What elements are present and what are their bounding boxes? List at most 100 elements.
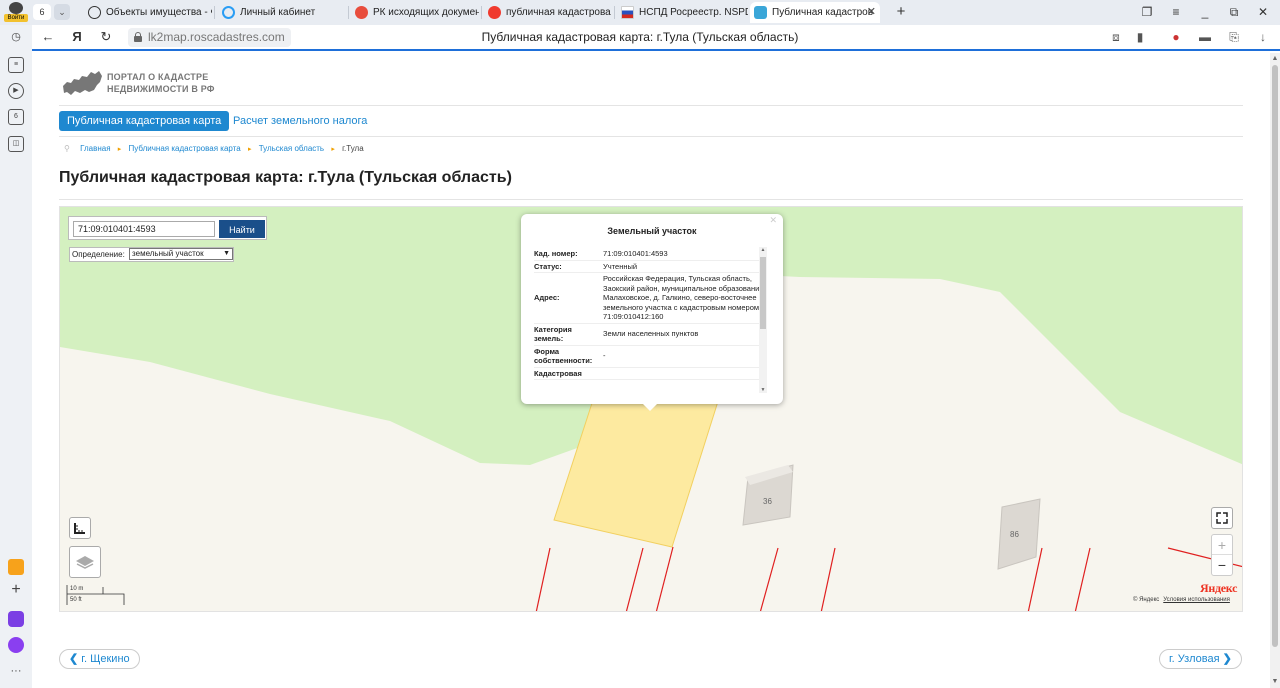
page-heading: Публичная кадастровая карта: г.Тула (Тул…: [59, 169, 512, 186]
share-icon[interactable]: ⎘: [1226, 29, 1242, 45]
tab-6-active[interactable]: Публичная кадастров ✕: [750, 2, 880, 23]
ruler-icon: [74, 523, 85, 534]
nav-land-tax[interactable]: Расчет земельного налога: [233, 111, 367, 131]
terms-link[interactable]: Условия использования: [1163, 597, 1230, 603]
layers-icon: [76, 556, 94, 569]
breadcrumb-region[interactable]: Тульская область: [259, 144, 324, 153]
browser-tabbar: Войти 6 ⌄ Объекты имущества - Ф Личный к…: [0, 0, 1280, 25]
login-label: Войти: [4, 14, 28, 22]
address-bar: ← Я ↻ lk2map.roscadastres.com Публичная …: [0, 25, 1280, 51]
alice-icon[interactable]: [8, 637, 24, 653]
zoom-out-button[interactable]: −: [1212, 555, 1232, 575]
divider: [59, 199, 1243, 200]
breadcrumb-public-map[interactable]: Публичная кадастровая карта: [129, 144, 241, 153]
divider: [59, 105, 1243, 106]
layers-button[interactable]: [69, 546, 101, 578]
scale-meters: 10 m: [70, 586, 84, 592]
zoom-control: + −: [1211, 534, 1233, 576]
next-city-button[interactable]: г. Узловая ❯: [1159, 649, 1242, 669]
chevron-left-icon: ❮: [69, 653, 79, 665]
popup-title: Земельный участок: [607, 226, 697, 236]
fullscreen-button[interactable]: [1211, 507, 1233, 529]
play-icon[interactable]: ▶: [8, 83, 24, 99]
house-number: 36: [763, 497, 772, 506]
table-row: Форма собственности: -: [534, 346, 767, 368]
translate-icon[interactable]: ⧈: [1108, 29, 1124, 45]
add-icon[interactable]: +: [8, 582, 24, 598]
scroll-thumb[interactable]: [760, 257, 766, 329]
close-icon[interactable]: ✕: [769, 215, 777, 226]
chevron-right-icon: ❯: [1222, 653, 1232, 665]
definition-label: Определение:: [72, 250, 125, 259]
tab-1[interactable]: Объекты имущества - Ф: [84, 2, 212, 23]
chevron-down-icon: ▼: [223, 250, 231, 257]
restore-icon[interactable]: ⧉: [1225, 3, 1243, 21]
page-scrollbar[interactable]: ▲ ▼: [1270, 53, 1280, 688]
mail-icon[interactable]: [8, 559, 24, 575]
tab-3[interactable]: РК исходящих докумен: [351, 2, 479, 23]
map-copyright: © Яндекс Условия использования: [1133, 597, 1230, 603]
tab-count[interactable]: 6: [33, 4, 51, 20]
menu-icon[interactable]: ≡: [1167, 3, 1185, 21]
history-icon[interactable]: ◷: [8, 29, 24, 45]
house-number: 86: [1010, 530, 1019, 539]
russia-map-logo[interactable]: [61, 68, 103, 98]
popup-scrollbar[interactable]: ▲ ▼: [759, 247, 767, 393]
scale-bar: 10 m 50 ft: [66, 584, 126, 606]
reader-icon[interactable]: ▬: [1197, 29, 1213, 45]
more-icon[interactable]: ···: [8, 663, 24, 679]
profile-button[interactable]: Войти: [4, 2, 28, 23]
scroll-thumb[interactable]: [1272, 65, 1278, 647]
chevron-down-icon[interactable]: ⌄: [54, 4, 70, 20]
browser-sidebar: ◷ ≡ ▶ 6 ◫ + ···: [0, 25, 32, 688]
table-row: Категория земель: Земли населенных пункт…: [534, 324, 767, 346]
cadastral-search-input[interactable]: [73, 221, 215, 237]
divider: [59, 136, 1243, 137]
table-row: Кадастровая: [534, 368, 767, 380]
messenger-icon[interactable]: [8, 611, 24, 627]
gallery-icon[interactable]: ◫: [8, 136, 24, 152]
map-container[interactable]: Найти Определение: земельный участок ▼ ✕…: [59, 206, 1243, 612]
download-icon[interactable]: ↓: [1255, 29, 1271, 45]
scale-feet: 50 ft: [70, 597, 82, 603]
collections-icon[interactable]: ❐: [1138, 3, 1156, 21]
table-row: Кад. номер: 71:09:010401:4593: [534, 248, 767, 261]
breadcrumb-current: г.Тула: [342, 144, 364, 153]
arrow-circle-icon: [88, 6, 101, 19]
bookmark-icon[interactable]: ▮: [1132, 29, 1148, 45]
search-panel: Найти: [68, 216, 267, 240]
arrow-right-icon: ▸: [247, 146, 252, 153]
extension-icon[interactable]: ●: [1168, 29, 1184, 45]
definition-select[interactable]: земельный участок ▼: [129, 248, 234, 260]
logo-text[interactable]: ПОРТАЛ О КАДАСТРЕ НЕДВИЖИМОСТИ В РФ: [107, 71, 215, 95]
nav-public-map[interactable]: Публичная кадастровая карта: [59, 111, 230, 131]
page-title-bar: Публичная кадастровая карта: г.Тула (Тул…: [481, 30, 799, 44]
tab-4[interactable]: публичная кадастрова: [484, 2, 612, 23]
tab-2[interactable]: Личный кабинет: [218, 2, 346, 23]
yandex-icon: [488, 6, 501, 19]
new-tab-icon[interactable]: +: [892, 3, 910, 21]
parcel-popup: ✕ Земельный участок Кад. номер: 71:09:01…: [521, 214, 783, 404]
zoom-in-button[interactable]: +: [1212, 535, 1232, 555]
calendar-icon[interactable]: 6: [8, 109, 24, 125]
yandex-logo[interactable]: Яндекс: [1200, 581, 1237, 596]
avatar: [9, 2, 23, 14]
ruler-button[interactable]: [69, 517, 91, 539]
table-row: Адрес: Российская Федерация, Тульская об…: [534, 273, 767, 324]
doc-icon: [355, 6, 368, 19]
close-window-icon[interactable]: ✕: [1254, 3, 1272, 21]
popup-pointer: [642, 403, 658, 411]
find-button[interactable]: Найти: [219, 220, 265, 238]
close-icon[interactable]: ✕: [867, 2, 876, 23]
prev-city-button[interactable]: ❮ г. Щекино: [59, 649, 140, 669]
tab-5[interactable]: НСПД Росреестр. NSPD: [617, 2, 748, 23]
arrow-right-icon: ▸: [117, 146, 122, 153]
minimize-icon[interactable]: _: [1196, 3, 1214, 21]
breadcrumb: ⚲ Главная ▸ Публичная кадастровая карта …: [64, 144, 364, 155]
map-icon: [754, 6, 767, 19]
breadcrumb-home[interactable]: Главная: [80, 144, 110, 153]
location-pin-icon: ⚲: [64, 144, 70, 153]
flag-icon: [621, 6, 634, 19]
notes-icon[interactable]: ≡: [8, 57, 24, 73]
fullscreen-icon: [1216, 512, 1228, 524]
